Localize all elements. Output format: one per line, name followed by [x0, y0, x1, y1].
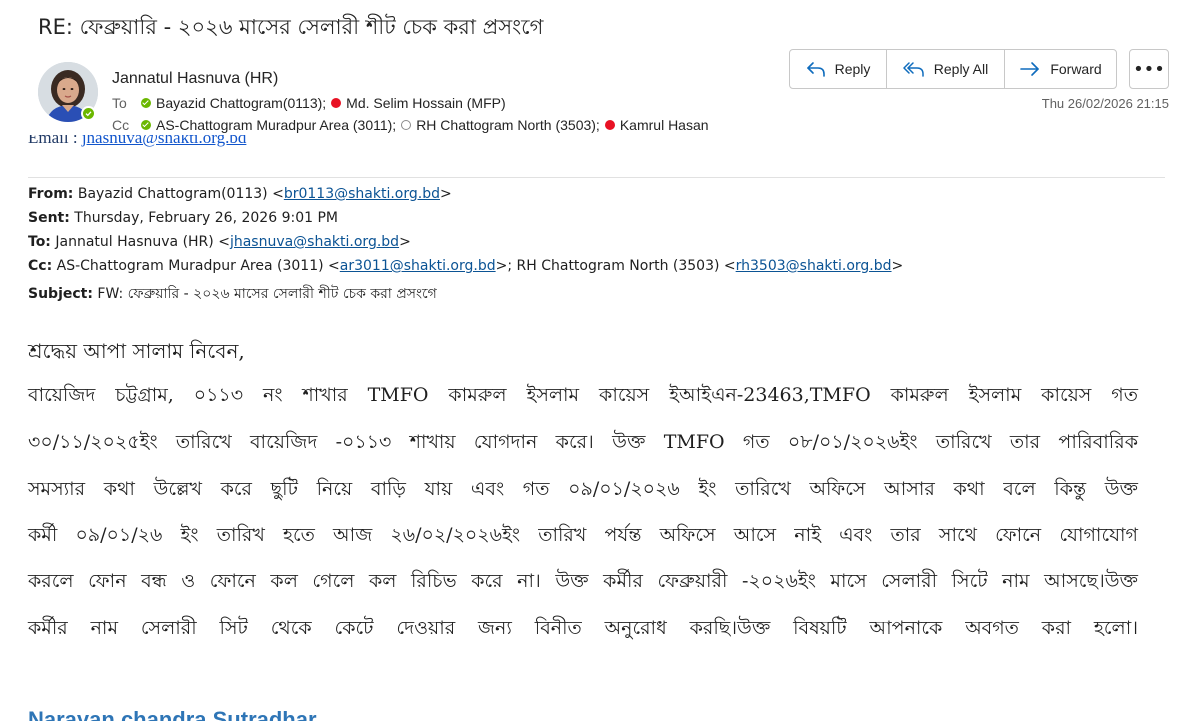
fwd-to-name: Jannatul Hasnuva (HR) < [50, 234, 230, 250]
fwd-to: To: Jannatul Hasnuva (HR) <jhasnuva@shak… [28, 234, 411, 250]
recipient-name: AS-Chattogram Muradpur Area (3011); [156, 117, 397, 133]
recipient-name: Md. Selim Hossain (MFP) [346, 95, 506, 111]
email-link[interactable]: jhasnuva@shakti.org.bd [82, 135, 247, 147]
fwd-from-email-link[interactable]: br0113@shakti.org.bd [284, 186, 440, 202]
fwd-subject-label: Subject: [28, 286, 93, 302]
fwd-cc-email-link[interactable]: ar3011@shakti.org.bd [340, 258, 496, 274]
reply-all-button[interactable]: Reply All [887, 50, 1005, 88]
fwd-sent-label: Sent: [28, 210, 70, 226]
body-line: কর্মীর নাম সেলারী সিট থেকে কেটে দেওয়ার … [28, 617, 1138, 639]
fwd-sent: Sent: Thursday, February 26, 2026 9:01 P… [28, 210, 338, 226]
more-icon: ••• [1133, 58, 1165, 80]
fwd-subject-value: FW: ফেব্রুয়ারি - ২০২৬ মাসের সেলারী শীট … [92, 286, 437, 302]
cc-recipient[interactable]: AS-Chattogram Muradpur Area (3011); [141, 117, 401, 133]
cc-line: Cc AS-Chattogram Muradpur Area (3011); R… [112, 117, 709, 133]
body-line: করলে ফোন বন্ধ ও ফোনে কল গেলে কল রিচিভ কর… [28, 570, 1138, 592]
fwd-cc-name: >; RH Chattogram North (3503) < [495, 258, 736, 274]
fwd-cc-close: > [891, 258, 904, 274]
fwd-from-label: From: [28, 186, 74, 202]
to-recipient[interactable]: Bayazid Chattogram(0113); [141, 95, 331, 111]
body-line: বায়েজিদ চট্টগ্রাম, ০১১৩ নং শাখার TMFO ক… [28, 384, 1138, 406]
fwd-cc-label: Cc: [28, 258, 53, 274]
clipped-signature-line: Email : jhasnuva@shakti.org.bd [0, 135, 700, 151]
cc-label: Cc [112, 117, 130, 133]
body-line: কর্মী ০৯/০১/২৬ ইং তারিখ হতে আজ ২৬/০২/২০২… [28, 524, 1138, 546]
forward-icon [1020, 62, 1040, 76]
status-available-icon [141, 98, 151, 108]
status-available-icon [141, 120, 151, 130]
reply-label: Reply [834, 61, 871, 77]
reply-all-icon [903, 62, 924, 77]
to-label: To [112, 95, 127, 111]
fwd-from-close: > [439, 186, 452, 202]
body-greeting: শ্রদ্ধেয় আপা সালাম নিবেন, [28, 339, 245, 363]
reply-icon [806, 62, 825, 77]
recipient-name: RH Chattogram North (3503); [416, 117, 600, 133]
email-label: Email : [28, 135, 82, 147]
fwd-cc-name: AS-Chattogram Muradpur Area (3011) < [52, 258, 340, 274]
to-recipient[interactable]: Md. Selim Hossain (MFP) [331, 95, 506, 111]
forward-label: Forward [1050, 61, 1102, 77]
cc-recipient[interactable]: RH Chattogram North (3503); [401, 117, 605, 133]
status-offline-icon [401, 120, 412, 130]
presence-available-icon [81, 106, 96, 121]
body-line: সমস্যার কথা উল্লেখ করে ছুটি নিয়ে বাড়ি … [28, 478, 1138, 500]
received-timestamp: Thu 26/02/2026 21:15 [1041, 96, 1169, 111]
recipient-name: Kamrul Hasan [619, 117, 709, 133]
message-actions: Reply Reply All Forward [789, 49, 1117, 89]
sender-name[interactable]: Jannatul Hasnuva (HR) [112, 70, 278, 88]
cc-recipient[interactable]: Kamrul Hasan [604, 117, 709, 133]
divider [28, 177, 1165, 178]
recipient-name: Bayazid Chattogram(0113); [156, 95, 327, 111]
status-busy-icon [331, 98, 342, 108]
body-line: ৩০/১১/২০২৫ইং তারিখে বায়েজিদ -০১১৩ শাখায… [28, 431, 1138, 453]
fwd-cc: Cc: AS-Chattogram Muradpur Area (3011) <… [28, 258, 903, 274]
signature-name: Narayan chandra Sutradhar [28, 707, 317, 721]
more-actions-button[interactable]: ••• [1129, 49, 1169, 89]
fwd-to-email-link[interactable]: jhasnuva@shakti.org.bd [230, 234, 399, 250]
fwd-cc-email-link[interactable]: rh3503@shakti.org.bd [736, 258, 892, 274]
reply-all-label: Reply All [933, 61, 989, 77]
email-subject: RE: ফেব্রুয়ারি - ২০২৬ মাসের সেলারী শীট … [38, 15, 544, 39]
status-busy-icon [604, 120, 615, 130]
fwd-from: From: Bayazid Chattogram(0113) <br0113@s… [28, 186, 452, 202]
fwd-to-close: > [399, 234, 411, 250]
fwd-to-label: To: [28, 234, 51, 250]
fwd-subject: Subject: FW: ফেব্রুয়ারি - ২০২৬ মাসের সে… [28, 282, 437, 306]
fwd-from-name: Bayazid Chattogram(0113) < [73, 186, 284, 202]
to-line: To Bayazid Chattogram(0113); Md. Selim H… [112, 95, 506, 111]
fwd-sent-value: Thursday, February 26, 2026 9:01 PM [69, 210, 338, 226]
forward-button[interactable]: Forward [1005, 50, 1116, 88]
reply-button[interactable]: Reply [790, 50, 887, 88]
